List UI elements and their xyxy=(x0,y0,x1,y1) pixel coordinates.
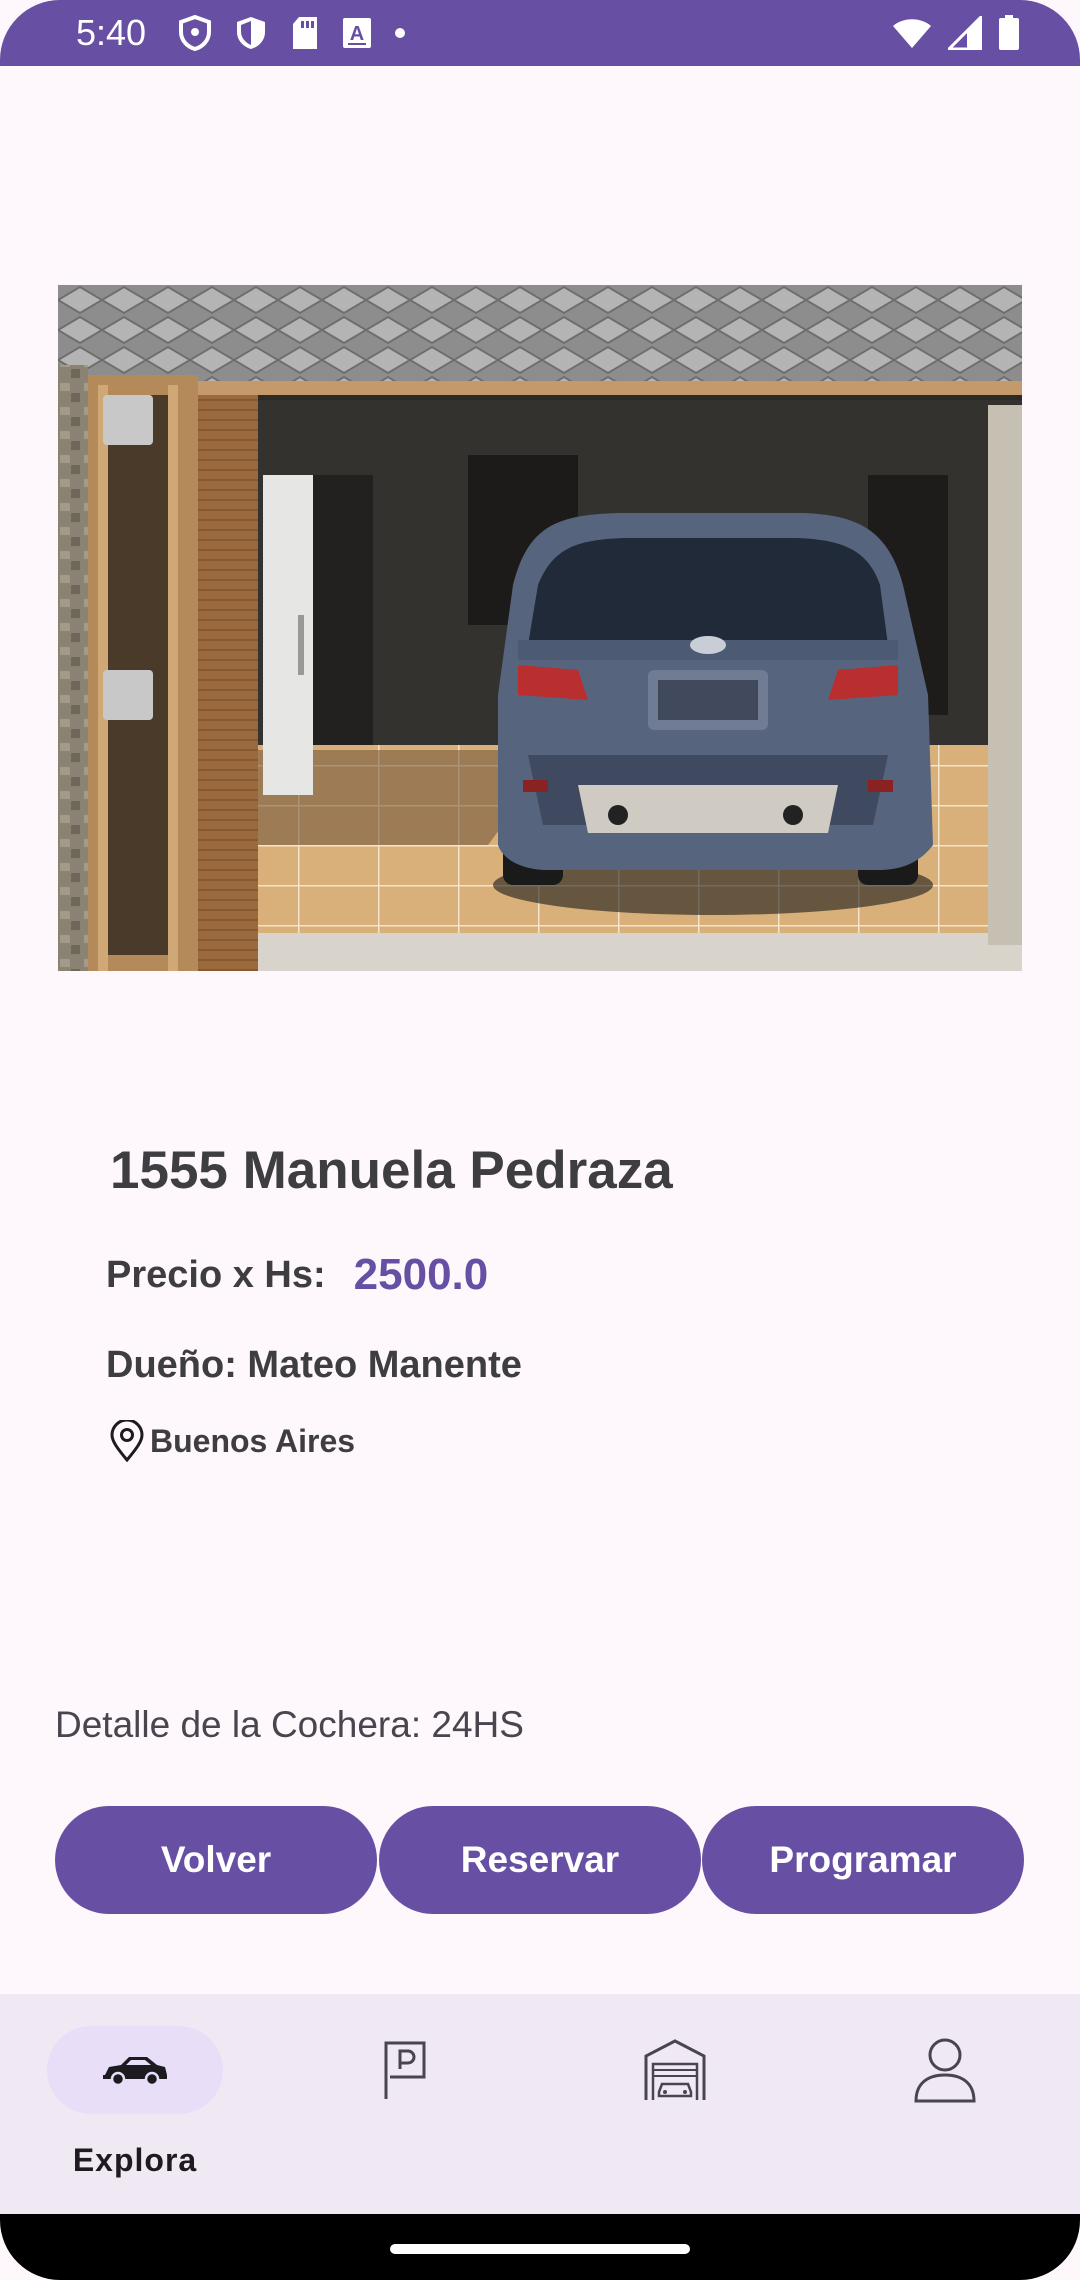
text-a-icon: A xyxy=(342,17,372,49)
sd-card-icon xyxy=(290,16,320,50)
car-icon xyxy=(101,2053,169,2087)
nav-item-profile[interactable] xyxy=(810,1994,1080,2214)
status-bar-left: 5:40 A xyxy=(76,12,406,54)
price-label: Precio x Hs: xyxy=(106,1253,326,1296)
profile-icon xyxy=(913,2037,977,2103)
nav-item-parking[interactable] xyxy=(270,1994,540,2214)
home-handle[interactable] xyxy=(390,2244,690,2254)
location-pin-icon xyxy=(108,1420,146,1462)
location-text: Buenos Aires xyxy=(150,1422,356,1459)
nav-label-explora: Explora xyxy=(72,2142,198,2178)
nav-active-indicator xyxy=(47,2026,223,2114)
nav-item-garage[interactable] xyxy=(540,1994,810,2214)
garage-icon xyxy=(643,2038,707,2102)
schedule-button[interactable]: Programar xyxy=(702,1806,1024,1914)
reserve-button[interactable]: Reservar xyxy=(379,1806,701,1914)
listing-title: 1555 Manuela Pedraza xyxy=(110,1141,673,1200)
gesture-navigation-bar xyxy=(0,2214,1080,2280)
price-row: Precio x Hs: 2500.0 xyxy=(106,1250,488,1300)
status-time: 5:40 xyxy=(76,12,147,53)
owner-name: Dueño: Mateo Manente xyxy=(106,1344,522,1386)
location-row: Buenos Aires xyxy=(108,1420,355,1462)
status-bar-right xyxy=(892,15,1020,51)
garage-photo xyxy=(58,285,1022,971)
cell-signal-icon xyxy=(948,16,982,50)
garage-detail: Detalle de la Cochera: 24HS xyxy=(55,1704,524,1745)
back-button[interactable]: Volver xyxy=(55,1806,377,1914)
wifi-icon xyxy=(892,17,932,49)
parking-sign-icon xyxy=(382,2039,428,2101)
battery-icon xyxy=(998,15,1020,51)
security-shield-icon xyxy=(234,15,268,51)
svg-text:A: A xyxy=(350,23,364,45)
nav-item-explora[interactable]: Explora xyxy=(0,1994,270,2214)
price-value: 2500.0 xyxy=(353,1250,489,1299)
status-bar: 5:40 A xyxy=(0,0,1080,66)
privacy-shield-icon xyxy=(178,15,212,51)
dot-icon xyxy=(394,27,406,39)
bottom-navigation: Explora xyxy=(0,1994,1080,2214)
